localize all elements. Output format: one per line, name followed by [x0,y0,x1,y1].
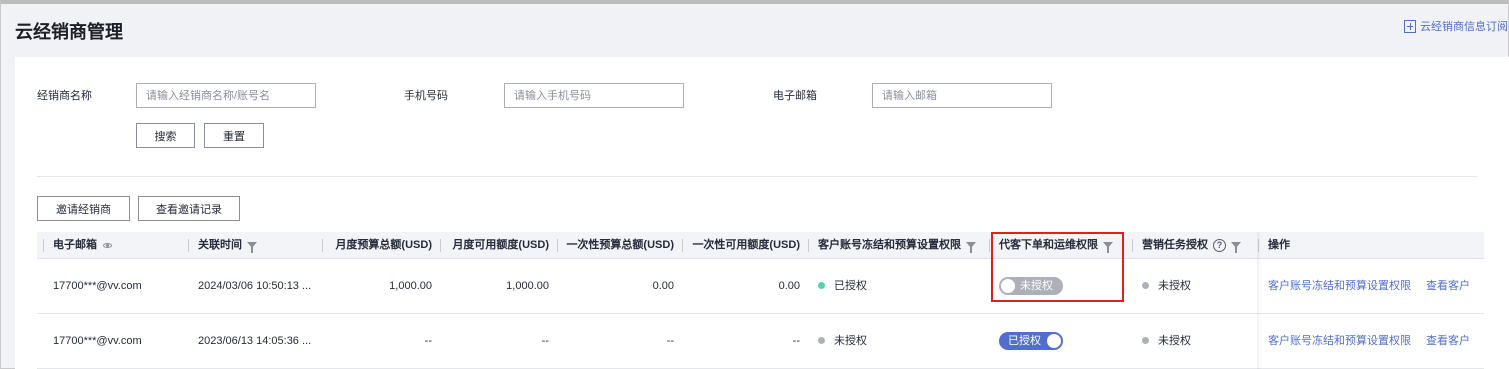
status-dot [1142,336,1149,344]
table-row: 17700***@vv.com 2023/06/13 14:05:36 ... … [37,314,1484,369]
toggle-knob [1001,279,1015,293]
freeze-permission-link[interactable]: 客户账号冻结和预算设置权限 [1268,314,1411,369]
col-order-permission: 代客下单和运维权限 [999,232,1113,259]
order-permission-toggle[interactable]: 已授权 [999,332,1063,350]
view-invite-records-button[interactable]: 查看邀请记录 [138,196,240,221]
dealer-name-label: 经销商名称 [37,90,92,102]
toggle-knob [1047,334,1061,348]
search-button[interactable]: 搜索 [136,123,195,148]
email-label: 电子邮箱 [773,90,817,102]
row-email: 17700***@vv.com [53,335,142,347]
col-linked-time: 关联时间 [198,232,257,259]
page-title: 云经销商管理 [15,22,123,42]
eye-icon[interactable] [103,242,112,248]
subscribe-link[interactable]: 云经销商信息订阅 [1404,18,1508,34]
email-input[interactable] [872,83,1052,108]
filter-icon[interactable] [247,242,257,254]
freeze-permission-link[interactable]: 客户账号冻结和预算设置权限 [1268,259,1411,314]
row-linked-time: 2023/06/13 14:05:36 ... [198,335,312,347]
row-email: 17700***@vv.com [53,280,142,292]
row-onetime-available: 0.00 [778,280,800,292]
col-email: 电子邮箱 [53,232,112,259]
status-dot [1142,281,1149,289]
col-freeze-permission: 客户账号冻结和预算设置权限 [818,232,976,259]
row-monthly-budget: 1,000.00 [389,280,432,292]
dealer-name-input[interactable] [136,83,316,108]
fixed-column-shadow [1257,232,1261,369]
row-freeze-permission: 未授权 [818,314,867,369]
row-linked-time: 2024/03/06 10:50:13 ... [198,280,312,292]
divider [37,176,1477,177]
page-frame: 云经销商管理 云经销商信息订阅 经销商名称 手机号码 电子邮箱 搜索 重置 邀请… [0,0,1509,369]
row-onetime-budget: -- [666,335,674,347]
filter-icon[interactable] [1231,242,1241,254]
toggle-label: 未授权 [1020,280,1053,292]
reset-button[interactable]: 重置 [204,123,264,148]
row-freeze-permission: 已授权 [818,259,867,314]
help-circle-icon[interactable]: ? [1213,238,1226,252]
status-dot [818,281,825,289]
invite-dealer-button[interactable]: 邀请经销商 [37,196,130,221]
toggle-label: 已授权 [1008,335,1041,347]
view-customer-link[interactable]: 查看客户 [1426,259,1470,314]
row-marketing-auth: 未授权 [1142,314,1191,369]
col-monthly-available: 月度可用额度(USD) [452,239,549,251]
table-header: 电子邮箱 关联时间 月度预算总额(USD) 月度可用额度(USD) 一次性预算总… [37,232,1484,259]
phone-label: 手机号码 [404,90,448,102]
order-permission-toggle[interactable]: 未授权 [999,277,1063,295]
filter-icon[interactable] [1103,242,1113,254]
col-onetime-available: 一次性可用额度(USD) [692,239,800,251]
table-row: 17700***@vv.com 2024/03/06 10:50:13 ... … [37,259,1484,314]
status-dot [818,336,825,344]
filter-icon[interactable] [966,242,976,254]
row-monthly-available: 1,000.00 [506,280,549,292]
col-marketing-auth: 营销任务授权? [1142,232,1241,259]
row-onetime-available: -- [792,335,800,347]
subscribe-label: 云经销商信息订阅 [1420,21,1508,33]
view-customer-link[interactable]: 查看客户 [1426,314,1470,369]
col-actions: 操作 [1268,239,1290,251]
row-monthly-available: -- [541,335,549,347]
row-marketing-auth: 未授权 [1142,259,1191,314]
col-monthly-budget: 月度预算总额(USD) [335,239,432,251]
phone-input[interactable] [504,83,684,108]
add-square-icon [1404,19,1416,33]
row-onetime-budget: 0.00 [652,280,674,292]
col-onetime-budget: 一次性预算总额(USD) [566,239,674,251]
row-monthly-budget: -- [424,335,432,347]
